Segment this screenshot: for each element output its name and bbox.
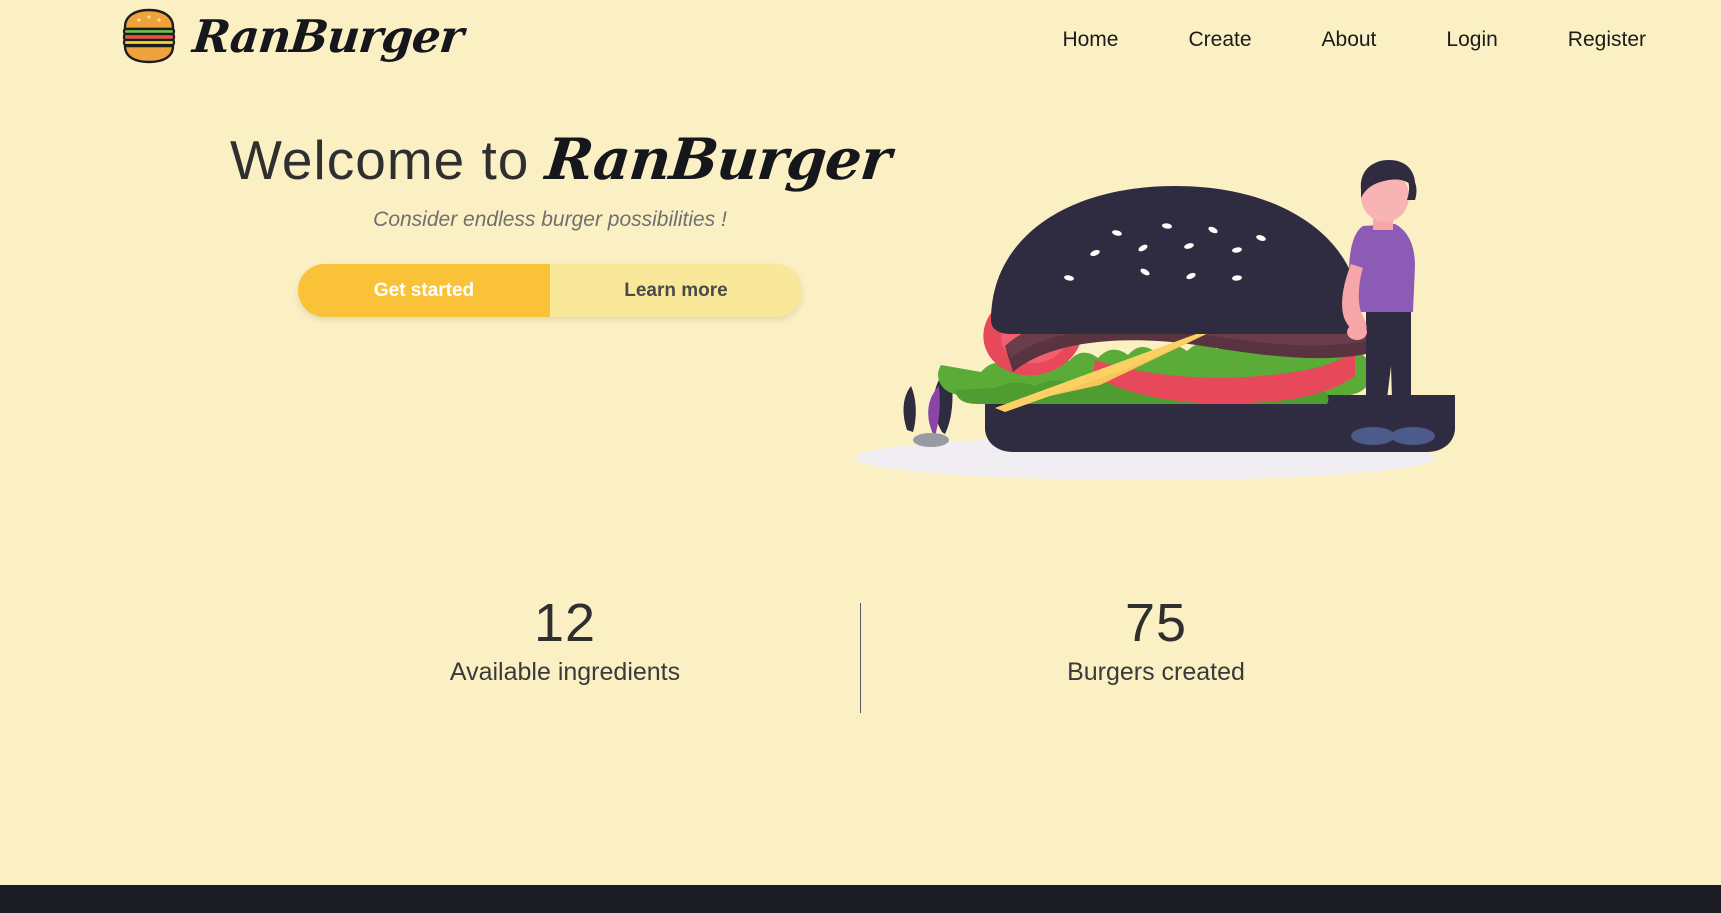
stat-value: 75 bbox=[1124, 593, 1188, 653]
bottom-bar bbox=[0, 885, 1721, 913]
stat-burgers-created: 75 Burgers created bbox=[1006, 595, 1306, 725]
nav-item-login[interactable]: Login bbox=[1411, 22, 1532, 58]
stat-value: 12 bbox=[533, 593, 597, 653]
main-navigation: Home Create About Login Register bbox=[1027, 22, 1681, 58]
page-title: Welcome to RanBurger bbox=[230, 126, 893, 193]
nav-item-register[interactable]: Register bbox=[1533, 22, 1681, 58]
hero-section: Welcome to RanBurger Consider endless bu… bbox=[0, 85, 1721, 525]
stats-section: 12 Available ingredients 75 Burgers crea… bbox=[0, 595, 1721, 725]
nav-item-about[interactable]: About bbox=[1287, 22, 1412, 58]
hero-button-group: Get started Learn more bbox=[298, 263, 802, 317]
stat-label: Available ingredients bbox=[449, 657, 681, 686]
headline-brand: RanBurger bbox=[542, 126, 894, 193]
brand-name: RanBurger bbox=[190, 9, 466, 63]
site-header: RanBurger Home Create About Login Regist… bbox=[0, 0, 1721, 85]
hero-copy: Welcome to RanBurger Consider endless bu… bbox=[230, 126, 893, 317]
learn-more-button[interactable]: Learn more bbox=[550, 263, 802, 317]
stat-available-ingredients: 12 Available ingredients bbox=[415, 595, 715, 725]
stats-divider bbox=[860, 603, 861, 713]
nav-item-create[interactable]: Create bbox=[1153, 22, 1286, 58]
nav-item-home[interactable]: Home bbox=[1027, 22, 1153, 58]
burger-icon bbox=[119, 7, 179, 65]
stat-label: Burgers created bbox=[1067, 657, 1245, 686]
get-started-button[interactable]: Get started bbox=[298, 263, 550, 317]
burger-illustration bbox=[845, 160, 1465, 480]
page-root: RanBurger Home Create About Login Regist… bbox=[0, 0, 1721, 913]
brand-logo-group[interactable]: RanBurger bbox=[119, 7, 466, 65]
headline-prefix: Welcome to bbox=[230, 129, 546, 191]
hero-subtitle: Consider endless burger possibilities ! bbox=[373, 207, 727, 231]
